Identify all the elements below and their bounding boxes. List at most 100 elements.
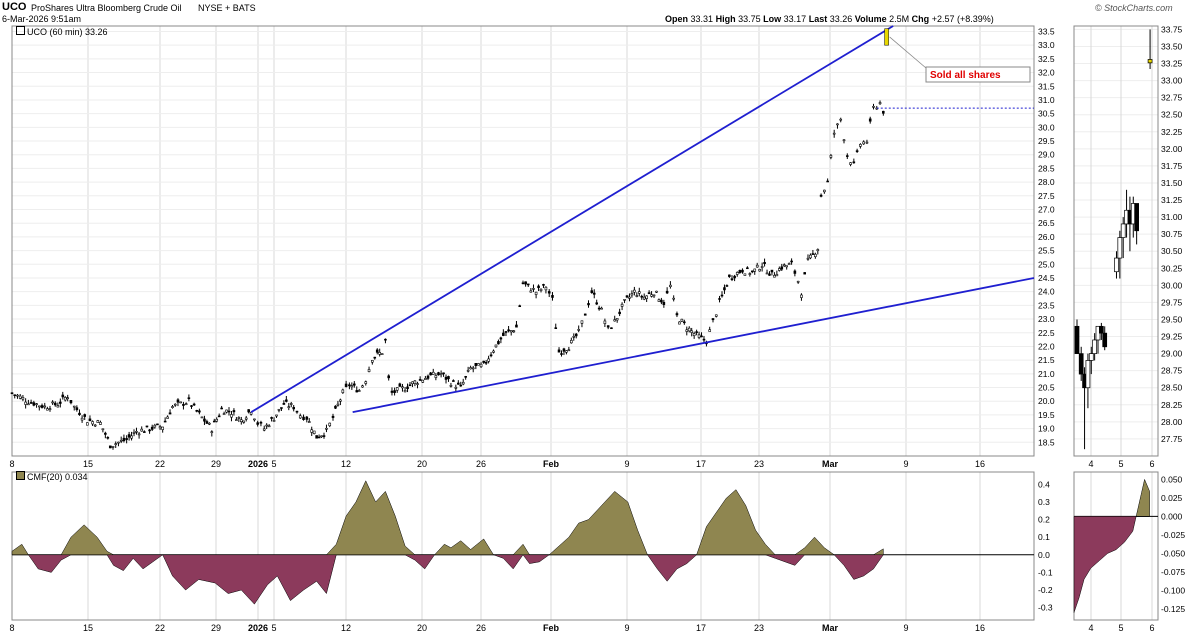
price-candle xyxy=(371,360,374,363)
intraday-candle xyxy=(1074,325,1080,354)
price-candle xyxy=(277,408,281,411)
x-tick-label: 4 xyxy=(1088,459,1093,469)
price-candle xyxy=(203,418,206,422)
y-tick-label: -0.100 xyxy=(1161,585,1185,595)
price-candle xyxy=(310,429,314,433)
price-candle xyxy=(173,403,177,406)
price-candle xyxy=(403,389,407,393)
price-candle xyxy=(227,410,231,413)
price-candle xyxy=(449,385,453,387)
price-candle xyxy=(590,290,594,293)
y-tick-label: 31.0 xyxy=(1038,95,1055,105)
y-tick-label: 0.2 xyxy=(1038,515,1050,525)
price-candle xyxy=(66,397,69,399)
price-candle xyxy=(429,372,432,376)
price-candle xyxy=(208,422,211,425)
price-candle xyxy=(567,349,571,352)
price-candle xyxy=(353,383,356,386)
price-candle xyxy=(625,295,629,298)
intraday-candle xyxy=(1078,353,1084,375)
price-candle xyxy=(763,262,766,264)
price-candle xyxy=(600,307,603,310)
price-candle xyxy=(222,413,226,415)
price-candle xyxy=(408,384,412,387)
price-candle xyxy=(753,268,757,272)
y-tick-label: 28.00 xyxy=(1161,417,1183,427)
price-candle xyxy=(328,422,332,427)
price-candle xyxy=(439,373,443,376)
price-candle xyxy=(464,376,467,378)
ticker-symbol[interactable]: UCO xyxy=(2,1,26,13)
last-value: 33.26 xyxy=(829,14,853,24)
y-tick-label: 31.75 xyxy=(1161,161,1183,171)
price-candle xyxy=(447,376,450,380)
price-candle xyxy=(235,419,238,421)
price-candle xyxy=(88,418,92,421)
x-tick-label: 6 xyxy=(1149,623,1154,633)
intraday-candle xyxy=(1147,59,1153,64)
price-candle xyxy=(24,401,27,405)
price-candle xyxy=(320,435,323,438)
price-candle xyxy=(859,144,862,147)
price-candle xyxy=(728,274,731,277)
price-candle xyxy=(845,155,849,157)
price-candle xyxy=(469,367,472,370)
price-candle xyxy=(35,403,38,405)
price-candle xyxy=(849,162,852,165)
price-candle xyxy=(384,338,387,341)
price-candle xyxy=(529,290,533,293)
price-candle xyxy=(91,421,94,425)
price-candle xyxy=(492,350,495,353)
price-candle xyxy=(577,329,580,331)
price-candle xyxy=(334,405,337,409)
price-candle xyxy=(785,265,788,268)
y-tick-label: 20.5 xyxy=(1038,383,1055,393)
y-tick-label: 29.25 xyxy=(1161,332,1183,342)
y-tick-label: 0.0 xyxy=(1038,550,1050,560)
price-candle xyxy=(642,296,646,300)
price-candle xyxy=(111,445,115,448)
y-tick-label: 0.1 xyxy=(1038,532,1050,542)
price-candle xyxy=(416,383,419,385)
price-legend: UCO (60 min) 33.26 xyxy=(16,26,108,37)
price-candle xyxy=(137,433,141,436)
price-candle xyxy=(51,401,54,404)
x-tick-label: 22 xyxy=(155,459,165,469)
price-candle xyxy=(357,390,361,392)
low-label: Low xyxy=(763,14,782,24)
price-candle xyxy=(650,294,653,297)
price-candle xyxy=(811,253,815,255)
y-tick-label: 22.5 xyxy=(1038,328,1055,338)
price-candle xyxy=(325,427,328,430)
price-candle xyxy=(350,385,354,388)
x-tick-label: 12 xyxy=(341,623,351,633)
x-tick-label: 5 xyxy=(1118,459,1123,469)
price-candle xyxy=(161,426,164,430)
price-candle xyxy=(232,410,236,413)
y-tick-label: -0.025 xyxy=(1161,530,1185,540)
price-candle xyxy=(741,269,744,273)
price-candle xyxy=(839,118,843,121)
price-candle xyxy=(775,274,779,277)
y-tick-label: 29.5 xyxy=(1038,136,1055,146)
price-candle xyxy=(158,426,162,429)
price-candle xyxy=(331,415,335,418)
price-candle xyxy=(623,299,626,301)
last-label: Last xyxy=(808,14,828,24)
price-candle xyxy=(735,272,739,275)
price-candle xyxy=(554,327,558,329)
x-tick-label: 8 xyxy=(9,623,14,633)
price-candle xyxy=(489,354,493,357)
exchange-label: NYSE + BATS xyxy=(198,3,256,13)
price-candle xyxy=(344,383,348,387)
price-candle xyxy=(647,292,651,295)
price-candle xyxy=(305,416,309,420)
price-candle xyxy=(778,268,781,271)
y-tick-label: 29.00 xyxy=(1161,349,1183,359)
low-value: 33.17 xyxy=(783,14,807,24)
price-candle xyxy=(114,443,118,445)
price-candle xyxy=(836,123,839,126)
price-candle xyxy=(390,390,394,393)
price-candle xyxy=(322,435,326,437)
y-tick-label: -0.075 xyxy=(1161,567,1185,577)
